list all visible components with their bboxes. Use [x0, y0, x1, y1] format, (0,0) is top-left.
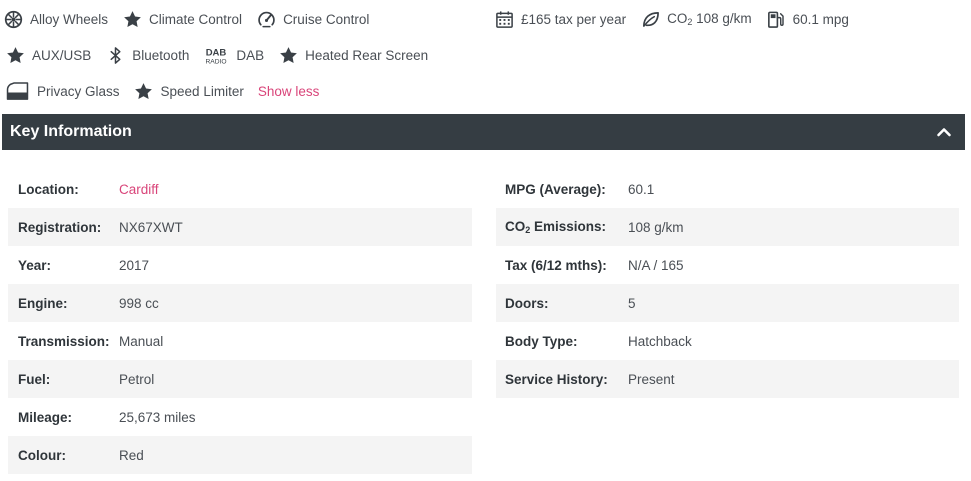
feature-speed-limiter: Speed Limiter — [134, 81, 244, 101]
row-label: Colour: — [18, 447, 66, 463]
key-info-row-doors: Doors: 5 — [496, 284, 959, 322]
feature-climate-control: Climate Control — [122, 9, 242, 29]
key-info-row-mpg: MPG (Average): 60.1 — [496, 170, 959, 208]
key-info-row-engine: Engine: 998 cc — [8, 284, 472, 322]
feature-label: Privacy Glass — [37, 83, 120, 99]
row-label: Registration: — [18, 219, 102, 235]
row-label: Doors: — [505, 295, 549, 311]
key-info-row-mileage: Mileage: 25,673 miles — [8, 398, 472, 436]
feature-label: AUX/USB — [32, 47, 92, 63]
key-info-row-transmission: Transmission: Manual — [8, 322, 472, 360]
row-label: Body Type: — [505, 333, 578, 349]
window-icon — [5, 81, 30, 101]
feature-label: Bluetooth — [132, 47, 190, 63]
key-info-row-registration: Registration: NX67XWT — [8, 208, 472, 246]
summary-stats: £165 tax per year CO2 108 g/km 60.1 mpg — [494, 7, 863, 31]
row-label: Service History: — [505, 371, 608, 387]
star-icon — [122, 9, 142, 29]
row-value: 998 cc — [119, 295, 159, 311]
bluetooth-icon — [105, 45, 125, 65]
row-label: Fuel: — [18, 371, 51, 387]
row-label: Mileage: — [18, 409, 73, 425]
key-info-row-body-type: Body Type: Hatchback — [496, 322, 959, 360]
key-info-row-tax: Tax (6/12 mths): N/A / 165 — [496, 246, 959, 284]
co2-prefix: CO — [667, 11, 688, 26]
key-info-row-service-history: Service History: Present — [496, 360, 959, 398]
row-value: Manual — [119, 333, 164, 349]
chevron-up-icon[interactable] — [933, 121, 955, 143]
key-info-row-year: Year: 2017 — [8, 246, 472, 284]
co2-label-suffix: Emissions: — [530, 219, 607, 234]
section-title: Key Information — [10, 123, 132, 140]
star-icon — [5, 45, 25, 65]
summary-co2: CO2 108 g/km — [640, 9, 752, 29]
speedometer-icon — [256, 9, 276, 29]
calendar-icon — [494, 9, 514, 29]
summary-mpg: 60.1 mpg — [766, 9, 849, 29]
co2-label-prefix: CO — [505, 219, 526, 234]
summary-tax-text: £165 tax per year — [521, 11, 627, 27]
key-info-row-colour: Colour: Red — [8, 436, 472, 474]
summary-mpg-text: 60.1 mpg — [792, 11, 849, 27]
feature-label: Cruise Control — [283, 11, 370, 27]
row-value: 108 g/km — [628, 219, 684, 235]
wheel-icon — [3, 9, 23, 29]
row-value: Hatchback — [628, 333, 692, 349]
show-less-link[interactable]: Show less — [258, 84, 320, 99]
row-value: 2017 — [119, 257, 150, 273]
dab-radio-icon: DAB RADIO — [203, 45, 229, 65]
feature-dab: DAB RADIO DAB — [203, 45, 264, 65]
features-row-2: AUX/USB Bluetooth DAB RADIO DAB Heated Re… — [5, 43, 442, 67]
features-row-3: Privacy Glass Speed Limiter Show less — [5, 79, 319, 103]
row-label: Year: — [18, 257, 52, 273]
key-information-header[interactable]: Key Information — [2, 114, 965, 150]
key-info-row-fuel: Fuel: Petrol — [8, 360, 472, 398]
feature-bluetooth: Bluetooth — [105, 45, 189, 65]
row-value: 5 — [628, 295, 636, 311]
location-link[interactable]: Cardiff — [119, 182, 159, 197]
feature-heated-rear-screen: Heated Rear Screen — [278, 45, 428, 65]
row-label: Location: — [18, 181, 79, 197]
fuel-pump-icon — [766, 9, 786, 29]
features-row-1: Alloy Wheels Climate Control Cruise Cont… — [3, 7, 383, 31]
summary-co2-text: CO2 108 g/km — [667, 11, 752, 27]
key-info-right-column: MPG (Average): 60.1 CO2 Emissions: 108 g… — [496, 170, 959, 398]
row-value: Present — [628, 371, 675, 387]
feature-label: Alloy Wheels — [30, 11, 109, 27]
feature-aux-usb: AUX/USB — [5, 45, 91, 65]
row-label: MPG (Average): — [505, 181, 606, 197]
star-icon — [278, 45, 298, 65]
feature-privacy-glass: Privacy Glass — [5, 81, 120, 101]
feature-label: Climate Control — [149, 11, 243, 27]
feature-alloy-wheels: Alloy Wheels — [3, 9, 108, 29]
svg-text:RADIO: RADIO — [206, 58, 227, 64]
row-label: Tax (6/12 mths): — [505, 257, 607, 273]
feature-label: DAB — [236, 47, 265, 63]
row-label: CO2 Emissions: — [496, 219, 628, 235]
row-value: Red — [119, 447, 144, 463]
key-info-row-co2-emissions: CO2 Emissions: 108 g/km — [496, 208, 959, 246]
row-label: Engine: — [18, 295, 68, 311]
row-value: 25,673 miles — [119, 409, 196, 425]
key-info-left-column: Location: Cardiff Registration: NX67XWT … — [8, 170, 472, 474]
summary-tax: £165 tax per year — [494, 9, 626, 29]
feature-cruise-control: Cruise Control — [256, 9, 369, 29]
row-value: NX67XWT — [119, 219, 183, 235]
row-value: 60.1 — [628, 181, 655, 197]
star-icon — [134, 81, 154, 101]
svg-text:DAB: DAB — [206, 47, 227, 58]
row-value: N/A / 165 — [628, 257, 684, 273]
feature-label: Heated Rear Screen — [305, 47, 429, 63]
leaf-icon — [640, 9, 660, 29]
key-info-row-location: Location: Cardiff — [8, 170, 472, 208]
feature-label: Speed Limiter — [160, 83, 244, 99]
row-value: Petrol — [119, 371, 155, 387]
row-label: Transmission: — [18, 333, 110, 349]
co2-value: 108 g/km — [692, 11, 752, 26]
